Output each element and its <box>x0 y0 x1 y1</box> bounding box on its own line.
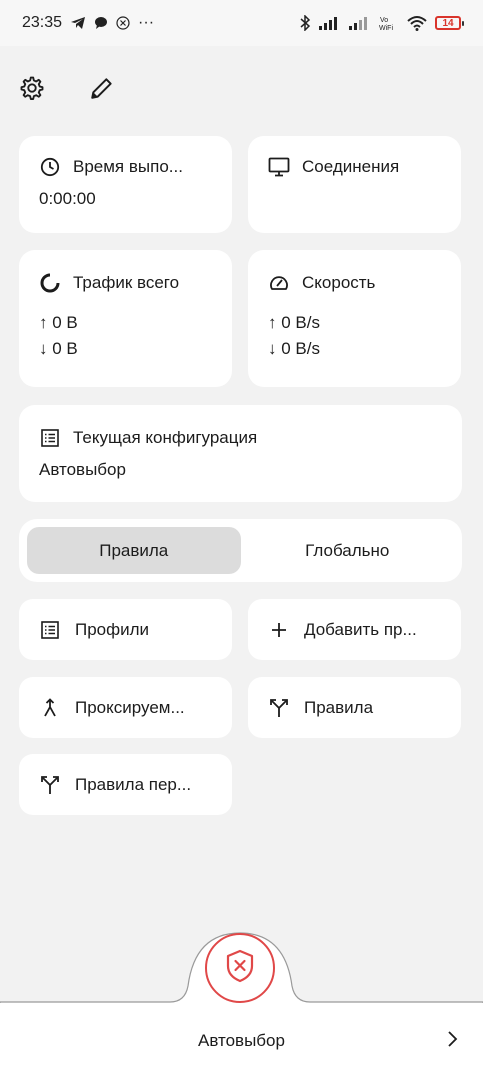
telegram-icon <box>70 16 86 30</box>
svg-text:Vo: Vo <box>380 17 388 24</box>
battery-level: 14 <box>442 17 454 29</box>
status-left: 23:35 ··· <box>22 14 154 32</box>
uptime-label: Время выпо... <box>73 157 183 176</box>
chat-icon <box>94 16 108 30</box>
traffic-down: ↓ 0 B <box>39 339 78 358</box>
monitor-icon <box>268 156 290 178</box>
mode-global-tab[interactable]: Глобально <box>241 527 455 574</box>
wifi-icon <box>407 15 427 31</box>
gear-icon <box>18 74 46 107</box>
profiles-label: Профили <box>75 619 150 639</box>
list-icon <box>39 427 61 449</box>
toolbar <box>16 72 118 108</box>
status-time: 23:35 <box>22 14 63 31</box>
settings-button[interactable] <box>16 72 48 108</box>
clock-icon <box>39 156 61 178</box>
speed-label: Скорость <box>302 273 376 292</box>
config-header: Текущая конфигурация <box>39 427 442 449</box>
fork-icon <box>39 774 61 796</box>
traffic-ring-icon <box>39 272 61 294</box>
active-profile-label: Автовыбор <box>198 1031 285 1050</box>
pencil-icon <box>89 75 115 106</box>
active-profile-selector[interactable]: Автовыбор <box>0 1008 483 1074</box>
uptime-value: 0:00:00 <box>39 189 96 208</box>
battery-icon: 14 <box>435 16 464 30</box>
connections-card[interactable]: Соединения <box>248 136 461 233</box>
signal-icon <box>319 16 341 30</box>
proxied-tile[interactable]: Проксируем... <box>19 677 232 738</box>
config-label: Текущая конфигурация <box>73 428 258 447</box>
plus-icon <box>268 619 290 641</box>
traffic-up: ↑ 0 B <box>39 313 78 332</box>
signal-2-icon <box>349 16 371 30</box>
proxied-label: Проксируем... <box>75 697 185 717</box>
connections-label: Соединения <box>302 157 400 176</box>
close-circle-icon <box>116 16 130 30</box>
connect-toggle-button[interactable] <box>205 933 275 1003</box>
rules-override-tile[interactable]: Правила пер... <box>19 754 232 815</box>
shield-x-icon <box>225 949 255 988</box>
bluetooth-icon <box>299 15 311 31</box>
rules-label: Правила <box>304 697 374 717</box>
uptime-card: Время выпо... 0:00:00 <box>19 136 232 233</box>
traffic-header: Трафик всего <box>39 272 212 294</box>
traffic-card: Трафик всего ↑ 0 B ↓ 0 B <box>19 250 232 387</box>
more-indicator: ··· <box>138 14 155 31</box>
status-bar: 23:35 ··· Vo WiFi 14 <box>0 0 483 46</box>
speed-header: Скорость <box>268 272 441 294</box>
speed-card: Скорость ↑ 0 B/s ↓ 0 B/s <box>248 250 461 387</box>
add-profile-tile[interactable]: Добавить пр... <box>248 599 461 660</box>
list-icon <box>39 619 61 641</box>
traffic-label: Трафик всего <box>73 273 180 292</box>
mode-rules-tab[interactable]: Правила <box>27 527 241 574</box>
edit-button[interactable] <box>86 72 118 108</box>
profiles-tile[interactable]: Профили <box>19 599 232 660</box>
config-card[interactable]: Текущая конфигурация Автовыбор <box>19 405 462 502</box>
connections-header: Соединения <box>268 156 441 178</box>
chevron-right-icon <box>447 1030 459 1053</box>
add-profile-label: Добавить пр... <box>304 619 417 639</box>
speedometer-icon <box>268 272 290 294</box>
uptime-header: Время выпо... <box>39 156 212 178</box>
vowifi-icon: Vo WiFi <box>379 15 399 31</box>
fork-icon <box>268 697 290 719</box>
status-right: Vo WiFi 14 <box>299 15 464 31</box>
speed-up: ↑ 0 B/s <box>268 313 320 332</box>
mode-segmented-control: Правила Глобально <box>19 519 462 582</box>
svg-text:WiFi: WiFi <box>379 25 393 31</box>
rules-tile[interactable]: Правила <box>248 677 461 738</box>
merge-arrow-icon <box>39 697 61 719</box>
config-value: Автовыбор <box>39 460 126 479</box>
rules-override-label: Правила пер... <box>75 774 192 794</box>
speed-down: ↓ 0 B/s <box>268 339 320 358</box>
